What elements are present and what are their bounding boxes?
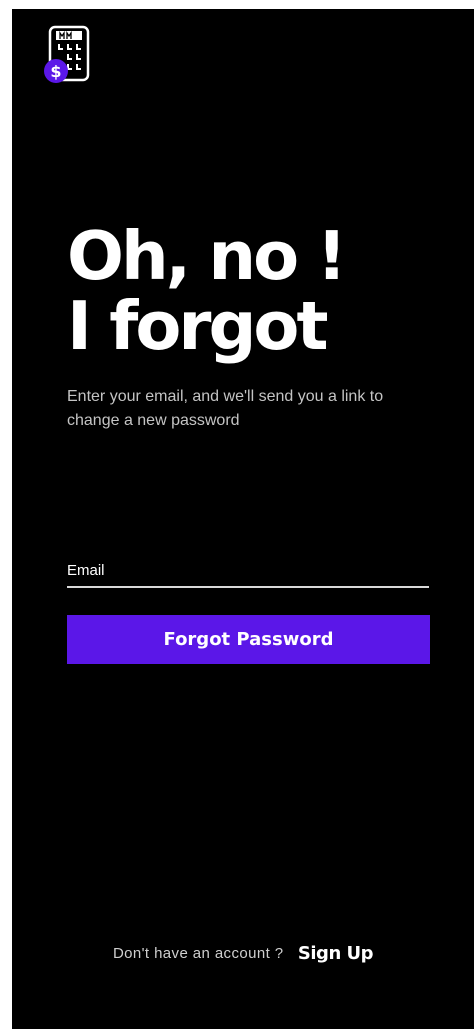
page-title-line-1: Oh, no ! [67, 217, 347, 295]
signup-prompt: Don't have an account ? Sign Up [12, 943, 474, 964]
page-title: Oh, no ! I forgot [67, 217, 347, 365]
sign-up-link[interactable]: Sign Up [298, 943, 374, 964]
calculator-dollar-icon: $ [42, 25, 90, 85]
email-field [67, 555, 429, 588]
forgot-password-screen: $ Oh, no ! I forgot Enter your email, an… [12, 9, 474, 1029]
forgot-password-button[interactable]: Forgot Password [67, 615, 430, 664]
svg-text:$: $ [50, 62, 61, 81]
page-title-line-2: I forgot [67, 287, 329, 365]
page-subtitle: Enter your email, and we'll send you a l… [67, 388, 384, 429]
email-input[interactable] [67, 555, 429, 586]
signup-prompt-text: Don't have an account ? [112, 945, 284, 962]
